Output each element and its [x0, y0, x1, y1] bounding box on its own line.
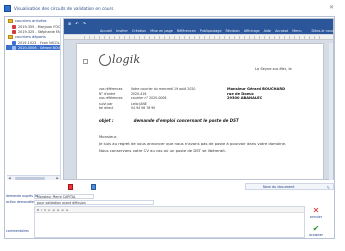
letter-body: Monsieur, Je suis au regret de vous anno…	[99, 134, 287, 153]
word-doc-icon[interactable]	[91, 183, 96, 190]
document-editor: ⊞ ↶ ↷ Accueil Insérer Création Mise en p…	[63, 18, 334, 180]
cancel-button[interactable]: ✕ annuler	[305, 206, 327, 220]
font-color-button[interactable]: A	[48, 208, 50, 212]
checkmark-icon: ✔	[312, 224, 320, 233]
mail-icon	[12, 29, 16, 34]
tab-inserer[interactable]: Insérer	[116, 29, 128, 33]
edit-icon[interactable]: ✎	[327, 185, 330, 190]
tab-accueil[interactable]: Accueil	[100, 29, 112, 33]
align-center-button[interactable]: ≡	[57, 208, 60, 212]
bold-button[interactable]: B	[37, 208, 39, 212]
tab-references[interactable]: Références	[177, 29, 196, 33]
tab-creation[interactable]: Création	[132, 29, 146, 33]
tab-publipostage[interactable]: Publipostage	[200, 29, 222, 33]
window-titlebar: Visualisation des circuits de validation…	[4, 3, 335, 14]
align-left-button[interactable]: ≡	[52, 208, 55, 212]
letter-page[interactable]: logik La Seyne-sur-Mer, le vos référence…	[76, 43, 324, 180]
tab-affichage[interactable]: Affichage	[244, 29, 260, 33]
pdf-icon[interactable]	[68, 183, 73, 190]
tree-item[interactable]: 2019-1023 - Yvon NICOLA	[6, 40, 60, 45]
comment-label: commentaires	[6, 229, 29, 233]
tab-menu[interactable]: Menu	[292, 29, 301, 33]
tree-item[interactable]: 2019-325 - Stéphanie FA	[6, 29, 60, 34]
close-icon[interactable]: ✕	[327, 4, 336, 12]
tree-item[interactable]: 2019-355 - Maryvon FOC	[6, 24, 60, 29]
ruler[interactable]	[64, 35, 333, 40]
main-frame: courriers arrivées 2019-355 - Maryvon FO…	[4, 16, 335, 239]
tree-horizontal-scrollbar[interactable]: ◀ ▶	[7, 175, 60, 180]
comment-editor[interactable]: B I U A ≡ ≡ ≡ ≡	[34, 206, 305, 238]
quick-access-toolbar: ⊞ ↶ ↷	[64, 19, 333, 27]
mail-icon	[12, 45, 16, 50]
action-row: action demandée pour validation avant di…	[6, 199, 154, 205]
tab-aide[interactable]: Aide	[264, 29, 272, 33]
action-field[interactable]: pour validation avant diffusion	[34, 199, 154, 205]
recipient-address: Monsieur Gérard BOUCHARD rue de Doeuc 29…	[227, 87, 286, 101]
align-right-button[interactable]: ≡	[61, 208, 64, 212]
folder-icon	[8, 35, 13, 39]
place-date: La Seyne-sur-Mer, le	[255, 67, 292, 71]
requested-from-field[interactable]: Monsieur Pierre CAPITAL	[34, 193, 94, 199]
letter-references: vos références Votre courrier du mercredi…	[99, 87, 196, 111]
logo-mark-icon	[99, 52, 111, 66]
tab-revision[interactable]: Révision	[226, 29, 240, 33]
mail-icon	[12, 24, 16, 29]
tree-item-selected[interactable]: 2020-0006 - Gérard BOU	[6, 45, 60, 50]
accept-button[interactable]: ✔ accepter	[305, 224, 327, 238]
editor-vertical-scrollbar[interactable]	[329, 43, 333, 180]
tab-acrobat[interactable]: Acrobat	[275, 29, 288, 33]
letter-subject: objet : demande d'emploi concernant le p…	[99, 118, 239, 123]
ribbon-tabs: Accueil Insérer Création Mise en page Ré…	[64, 27, 334, 34]
close-x-icon: ✕	[312, 206, 320, 215]
italic-button[interactable]: I	[41, 208, 42, 212]
circuit-tree: courriers arrivées 2019-355 - Maryvon FO…	[6, 18, 61, 180]
app-icon	[4, 5, 11, 12]
redo-icon[interactable]: ↷	[83, 21, 86, 26]
save-icon[interactable]: ⊞	[68, 21, 71, 26]
document-actions-bar: Nom du document ✎	[6, 181, 334, 192]
justify-button[interactable]: ≡	[66, 208, 69, 212]
comment-toolbar: B I U A ≡ ≡ ≡ ≡	[35, 207, 304, 213]
tab-mise-en-page[interactable]: Mise en page	[150, 29, 173, 33]
scrollbar-thumb[interactable]	[15, 177, 45, 180]
company-logo: logik	[99, 52, 140, 66]
underline-button[interactable]: U	[44, 208, 46, 212]
tell-me-search[interactable]: Dites-le nous	[312, 29, 334, 33]
window-title: Visualisation des circuits de validation…	[14, 6, 114, 11]
layout-icon[interactable]	[83, 59, 88, 64]
undo-icon[interactable]: ↶	[75, 21, 78, 26]
mail-icon	[12, 40, 16, 45]
folder-icon	[8, 19, 13, 23]
attachments-header: Nom du document ✎	[245, 183, 334, 190]
